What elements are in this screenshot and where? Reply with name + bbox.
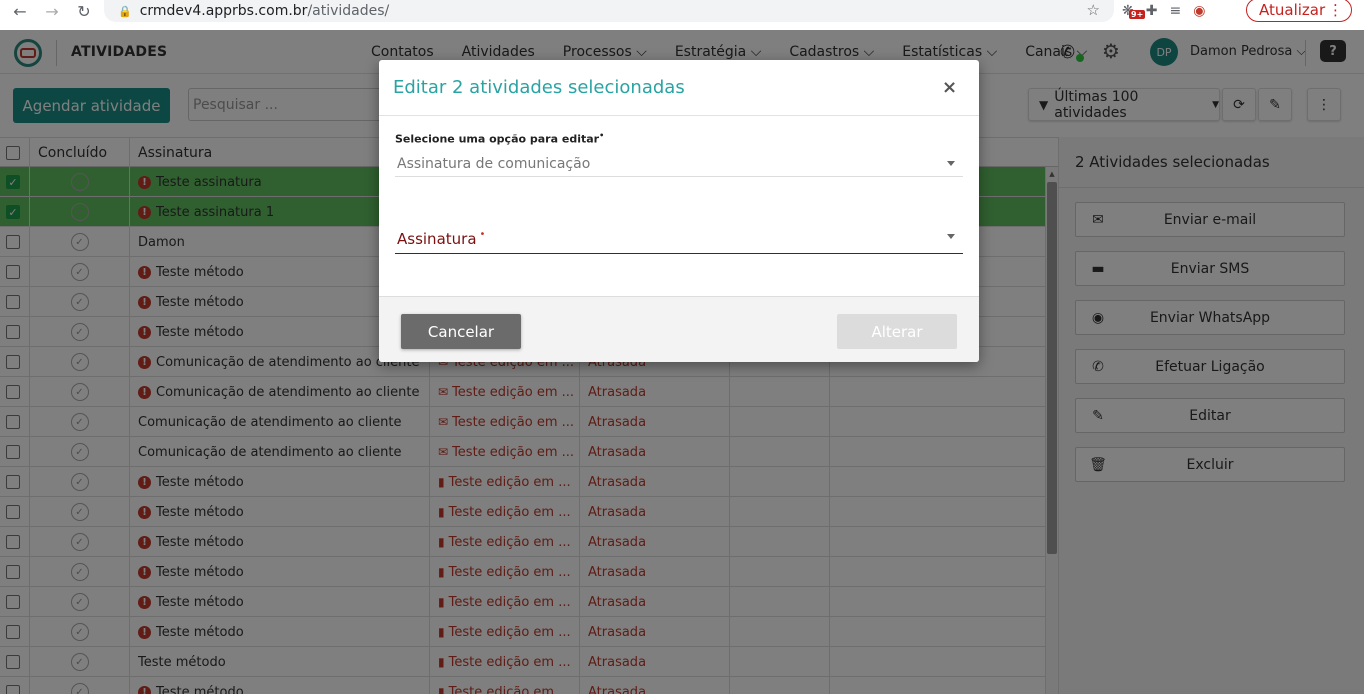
address-bar[interactable]: 🔒 crmdev4.apprbs.com.br/atividades/ ☆ — [104, 0, 1114, 22]
modal-footer: Cancelar Alterar — [379, 296, 979, 362]
edit-activities-modal: Editar 2 atividades selecionadas × Selec… — [379, 60, 979, 362]
back-arrow-icon[interactable]: ← — [9, 0, 31, 22]
edit-option-value: Assinatura de comunicação — [397, 155, 591, 172]
signature-label: Assinatura — [397, 229, 477, 248]
edit-option-label: Selecione uma opção para editar• — [395, 131, 604, 146]
cancel-button[interactable]: Cancelar — [401, 314, 521, 349]
playlist-icon[interactable]: ≡ — [1169, 3, 1181, 19]
close-icon[interactable]: × — [942, 77, 957, 98]
modal-divider — [379, 115, 979, 116]
url-host: crmdev4.apprbs.com.br — [139, 3, 308, 19]
required-mark: • — [479, 229, 486, 240]
signature-select[interactable]: Assinatura • — [395, 224, 963, 254]
kebab-menu-icon: ⋮ — [1328, 1, 1343, 19]
edit-option-select[interactable]: Assinatura de comunicação — [395, 151, 963, 177]
apply-button[interactable]: Alterar — [837, 314, 957, 349]
modal-title: Editar 2 atividades selecionadas — [393, 77, 685, 98]
bookmark-star-icon[interactable]: ☆ — [1087, 1, 1100, 19]
url-path: /atividades/ — [307, 3, 390, 19]
forward-arrow-icon[interactable]: → — [41, 0, 63, 22]
update-button[interactable]: Atualizar ⋮ — [1246, 0, 1352, 22]
profile-icon[interactable]: ◉ — [1193, 3, 1205, 19]
caret-down-icon — [947, 234, 955, 239]
puzzle-icon[interactable]: ✚ — [1146, 3, 1158, 19]
reload-icon[interactable]: ↻ — [73, 0, 95, 22]
update-label: Atualizar — [1259, 1, 1326, 19]
required-mark: • — [599, 131, 605, 140]
caret-down-icon — [947, 161, 955, 166]
extension-badge: 9+ — [1129, 10, 1146, 19]
edit-option-label-text: Selecione uma opção para editar — [395, 132, 600, 146]
lock-icon: 🔒 — [118, 4, 132, 18]
